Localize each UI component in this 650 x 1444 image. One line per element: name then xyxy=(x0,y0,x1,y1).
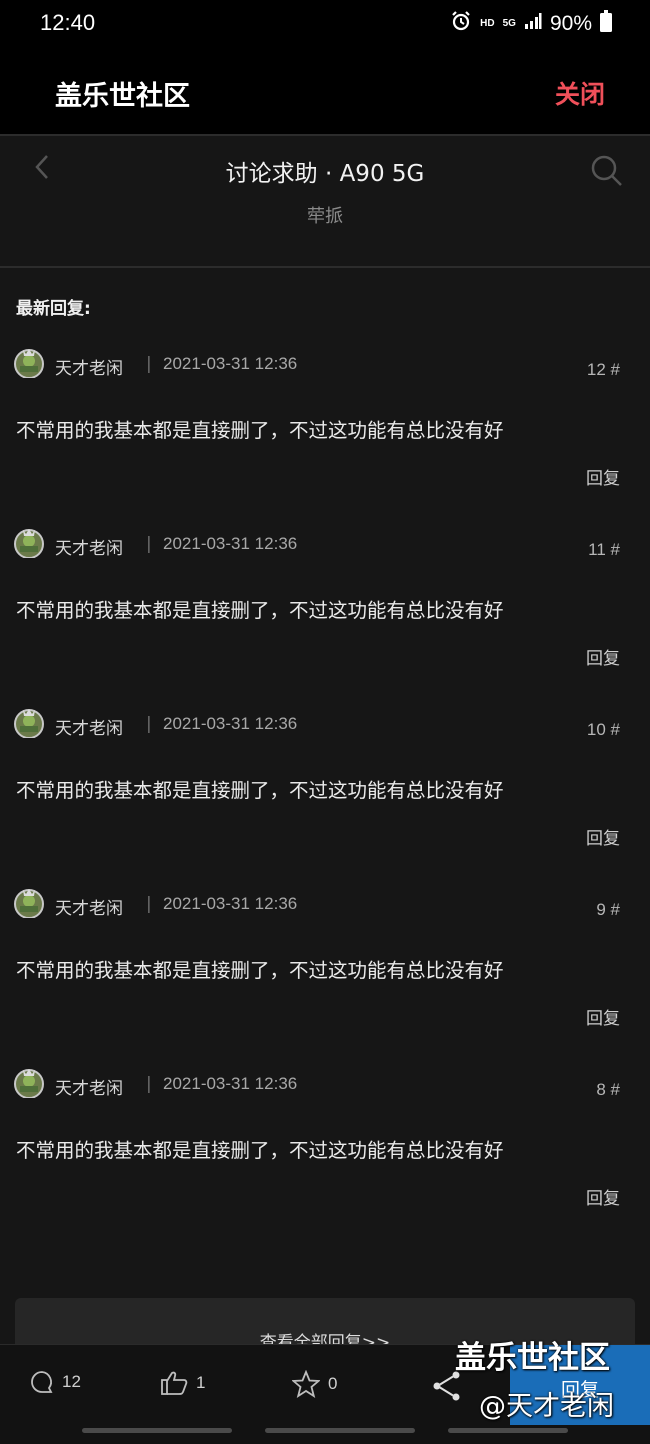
share-icon xyxy=(432,1370,462,1402)
reply-floor: 8 # xyxy=(596,1080,620,1099)
reply-button[interactable]: 回复 xyxy=(586,1184,620,1209)
comments-button[interactable]: 12 xyxy=(30,1370,81,1394)
reply-time: 2021-03-31 12:36 xyxy=(163,1074,298,1093)
search-icon[interactable] xyxy=(590,154,624,188)
section-label: 最新回复: xyxy=(16,299,91,319)
reply-floor: 11 # xyxy=(588,540,620,559)
reply-text: 不常用的我基本都是直接删了，不过这功能有总比没有好 xyxy=(16,419,504,442)
comments-count: 12 xyxy=(62,1372,81,1391)
thumbs-up-icon xyxy=(160,1370,188,1396)
reply-button[interactable]: 回复 xyxy=(586,464,620,489)
board-title: 讨论求助 · A90 5G xyxy=(225,161,425,187)
reply-separator: | xyxy=(146,534,152,554)
avatar[interactable] xyxy=(14,1068,44,1099)
status-bar: 12:40 HD 5G 90% xyxy=(0,0,650,48)
hd-indicator: HD xyxy=(480,18,495,29)
nav-pill xyxy=(82,1428,232,1433)
replies-section: 最新回复: 天才老闲 | 2021-03-31 12:36 12 # 不常用的我… xyxy=(0,268,650,1358)
avatar[interactable] xyxy=(14,708,44,739)
status-time: 12:40 xyxy=(40,10,96,35)
reply-separator: | xyxy=(146,354,152,374)
favorites-count: 0 xyxy=(328,1374,338,1393)
reply-item: 天才老闲 | 2021-03-31 12:36 12 # 不常用的我基本都是直接… xyxy=(0,338,650,518)
close-button[interactable]: 关闭 xyxy=(555,75,605,111)
reply-item: 天才老闲 | 2021-03-31 12:36 8 # 不常用的我基本都是直接删… xyxy=(0,1058,650,1238)
reply-thread-button[interactable]: 回复 xyxy=(510,1345,650,1425)
avatar[interactable] xyxy=(14,888,44,919)
reply-floor: 10 # xyxy=(586,720,620,739)
avatar[interactable] xyxy=(14,348,44,379)
share-button[interactable] xyxy=(432,1370,462,1402)
reply-time: 2021-03-31 12:36 xyxy=(163,534,298,553)
favorite-button[interactable]: 0 xyxy=(292,1370,337,1398)
reply-author[interactable]: 天才老闲 xyxy=(55,534,123,559)
reply-text: 不常用的我基本都是直接删了，不过这功能有总比没有好 xyxy=(16,959,504,982)
reply-button[interactable]: 回复 xyxy=(586,824,620,849)
nav-pill xyxy=(448,1428,568,1433)
reply-text: 不常用的我基本都是直接删了，不过这功能有总比没有好 xyxy=(16,599,504,622)
reply-item: 天才老闲 | 2021-03-31 12:36 11 # 不常用的我基本都是直接… xyxy=(0,518,650,698)
thread-subtitle: 荦挀 xyxy=(307,206,343,227)
reply-button[interactable]: 回复 xyxy=(586,1004,620,1029)
reply-item: 天才老闲 | 2021-03-31 12:36 9 # 不常用的我基本都是直接删… xyxy=(0,878,650,1058)
reply-author[interactable]: 天才老闲 xyxy=(55,354,123,379)
alarm-icon xyxy=(450,10,472,37)
reply-text: 不常用的我基本都是直接删了，不过这功能有总比没有好 xyxy=(16,1139,504,1162)
reply-floor: 9 # xyxy=(596,900,620,919)
app-title: 盖乐世社区 xyxy=(55,81,190,112)
reply-separator: | xyxy=(146,894,152,914)
battery-icon xyxy=(600,10,612,37)
battery-percentage: 90% xyxy=(549,11,592,35)
avatar[interactable] xyxy=(14,528,44,559)
reply-separator: | xyxy=(146,1074,152,1094)
reply-time: 2021-03-31 12:36 xyxy=(163,354,298,373)
reply-floor: 12 # xyxy=(586,360,620,379)
likes-count: 1 xyxy=(196,1373,206,1392)
comment-icon xyxy=(30,1370,54,1394)
nav-pill xyxy=(265,1428,415,1433)
signal-icon xyxy=(524,12,542,35)
app-header: 盖乐世社区 关闭 xyxy=(0,48,650,134)
thread-header: 讨论求助 · A90 5G 荦挀 xyxy=(0,134,650,268)
reply-author[interactable]: 天才老闲 xyxy=(55,894,123,919)
reply-text: 不常用的我基本都是直接删了，不过这功能有总比没有好 xyxy=(16,779,504,802)
star-icon xyxy=(292,1370,320,1398)
reply-author[interactable]: 天才老闲 xyxy=(55,1074,123,1099)
status-indicators: HD 5G 90% xyxy=(450,10,612,37)
network-indicator: 5G xyxy=(502,18,516,29)
reply-separator: | xyxy=(146,714,152,734)
reply-time: 2021-03-31 12:36 xyxy=(163,894,298,913)
reply-author[interactable]: 天才老闲 xyxy=(55,714,123,739)
reply-button[interactable]: 回复 xyxy=(586,644,620,669)
like-button[interactable]: 1 xyxy=(160,1370,205,1396)
reply-item: 天才老闲 | 2021-03-31 12:36 10 # 不常用的我基本都是直接… xyxy=(0,698,650,878)
reply-time: 2021-03-31 12:36 xyxy=(163,714,298,733)
